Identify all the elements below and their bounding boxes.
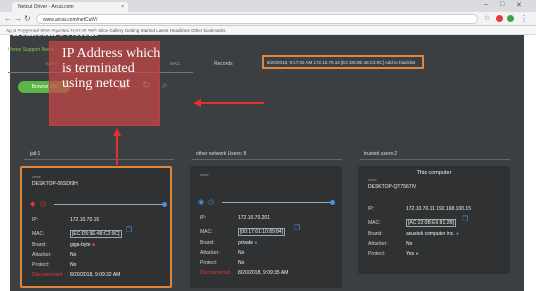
- brand-row: Brand: asustek computer inc. ●: [368, 231, 460, 237]
- brand-flag-icon: ■: [91, 242, 95, 248]
- protect-row: Protect: Yes ●: [368, 251, 419, 257]
- mac-row: MAC: [EC:D5:9E:48:C2:9C]: [32, 230, 122, 238]
- protect-row: Protect: No: [200, 260, 245, 266]
- address-toolbar: ← → ↻ www.arcai.com/netCutV/ ☆ ⋮: [0, 12, 536, 26]
- brand-row: Brand: private ●: [200, 240, 258, 246]
- search-icon[interactable]: ⌕: [162, 80, 168, 91]
- jail-device-card[interactable]: name DESKTOP-06SDI9H ◆ ◷ IP: 172.10.70.15…: [20, 166, 172, 288]
- close-window-icon[interactable]: ✕: [516, 1, 522, 9]
- attacker-row: Attacker: No: [368, 241, 413, 247]
- mac-value: [EC:D5:9E:48:C2:9C]: [70, 230, 122, 238]
- status-badge: Disconnected: [200, 270, 231, 276]
- tab-close-icon[interactable]: ×: [121, 4, 124, 10]
- back-arrow-icon[interactable]: ←: [4, 14, 12, 23]
- trusted-divider: [360, 159, 510, 160]
- status-row: Disconnected 8/20/2018, 9:09:32 AM: [32, 272, 120, 278]
- brand-value: giga-byte: [70, 242, 91, 248]
- maximize-icon[interactable]: □: [500, 1, 504, 8]
- protect-check-icon: ●: [415, 251, 419, 257]
- extension-red-icon[interactable]: [496, 15, 503, 22]
- mac-value: [00:17:61:10:89:84]: [238, 228, 286, 236]
- arrow-left-line: [200, 102, 264, 104]
- protect-row: Protect: No: [32, 262, 77, 268]
- tab-title: Netcut Driver - Arcai.com: [18, 4, 74, 10]
- records-entry[interactable]: 8/20/2018, 9:17:02 AM 172.10.70.15 [EC:D…: [262, 55, 424, 69]
- app-title: Arcai.com's Netcut: [8, 27, 98, 39]
- ip-row: IP: 172.10.70.11 192.168.100.15: [368, 206, 471, 212]
- device-name[interactable]: DESKTOP-QT7567IV: [368, 184, 416, 190]
- name-label: name: [368, 178, 377, 182]
- brand-flag-icon: ●: [254, 240, 258, 246]
- copy-icon[interactable]: ❐: [462, 215, 468, 223]
- status-badge: Disconnected: [32, 272, 63, 278]
- attacker-row: Attacker: No: [32, 252, 77, 258]
- copy-icon[interactable]: ❐: [294, 224, 300, 232]
- minimize-icon[interactable]: –: [484, 1, 488, 8]
- other-users-header: other network Users: 8: [196, 151, 247, 157]
- ip-row: IP: 172.10.70.201: [200, 215, 270, 221]
- trusted-device-card[interactable]: This computer name DESKTOP-QT7567IV IP: 1…: [358, 166, 510, 274]
- attacker-row: Attacker: No: [200, 250, 245, 256]
- name-label: name: [200, 173, 209, 177]
- brand-value: private: [238, 240, 254, 246]
- extension-green-icon[interactable]: [507, 15, 514, 22]
- url-input[interactable]: www.arcai.com/netCutV/: [36, 14, 478, 24]
- mac-value: [AC:22:0B:E6:81:2B]: [406, 219, 457, 227]
- reload-icon[interactable]: ↻: [24, 14, 31, 23]
- status-row: Disconnected 8/20/2018, 9:09:35 AM: [200, 270, 288, 276]
- ip-value: 172.10.70.201: [238, 215, 270, 221]
- wifi-icon[interactable]: ◉: [198, 198, 204, 206]
- trusted-users-header: trusted users:2: [364, 151, 398, 157]
- mac-row: MAC: [AC:22:0B:E6:81:2B]: [368, 219, 457, 227]
- timestamp: 8/20/2018, 9:09:32 AM: [70, 272, 121, 278]
- browser-tab-strip: Netcut Driver - Arcai.com × – □ ✕: [0, 0, 536, 12]
- timestamp: 8/20/2018, 9:09:35 AM: [238, 270, 289, 276]
- app-nav-links[interactable]: Home Support News: [8, 47, 54, 53]
- forward-arrow-icon[interactable]: →: [14, 14, 22, 23]
- copy-icon[interactable]: ❐: [126, 226, 132, 234]
- slider-knob[interactable]: [330, 200, 335, 205]
- star-icon[interactable]: ☆: [484, 14, 490, 22]
- slider-knob[interactable]: [162, 202, 167, 207]
- shield-icon[interactable]: ◆: [30, 200, 35, 208]
- clock-icon[interactable]: ◷: [208, 198, 214, 206]
- jail-divider: [24, 159, 174, 160]
- other-divider: [192, 159, 342, 160]
- menu-icon[interactable]: ⋮: [520, 14, 528, 23]
- ip-value: 172.10.70.15: [70, 217, 100, 223]
- jail-header: jail:1: [30, 151, 41, 157]
- annotation-text: IP Address which is terminated using net…: [62, 46, 161, 91]
- brand-row: Brand: giga-byte ■: [32, 242, 95, 248]
- name-label: name: [32, 175, 41, 179]
- speed-slider[interactable]: [222, 200, 335, 205]
- ip-row: IP: 172.10.70.15: [32, 217, 100, 223]
- mac-row: MAC: [00:17:61:10:89:84]: [200, 228, 286, 236]
- other-device-card[interactable]: name ◉ ◷ IP: 172.10.70.201 MAC: [00:17:61:…: [190, 166, 342, 288]
- this-computer-label: This computer: [416, 170, 452, 176]
- device-name[interactable]: DESKTOP-06SDI9H: [32, 181, 78, 187]
- header-mac: MAC: [170, 61, 180, 66]
- clock-icon[interactable]: ◷: [40, 200, 46, 208]
- brand-flag-icon: ●: [456, 231, 460, 237]
- ip-value: 172.10.70.11 192.168.100.15: [406, 206, 471, 212]
- arrow-up-line: [116, 135, 118, 165]
- brand-value: asustek computer inc.: [406, 231, 455, 237]
- browser-tab[interactable]: Netcut Driver - Arcai.com ×: [12, 2, 128, 12]
- records-label: Records: [214, 61, 233, 67]
- speed-slider[interactable]: [54, 202, 167, 207]
